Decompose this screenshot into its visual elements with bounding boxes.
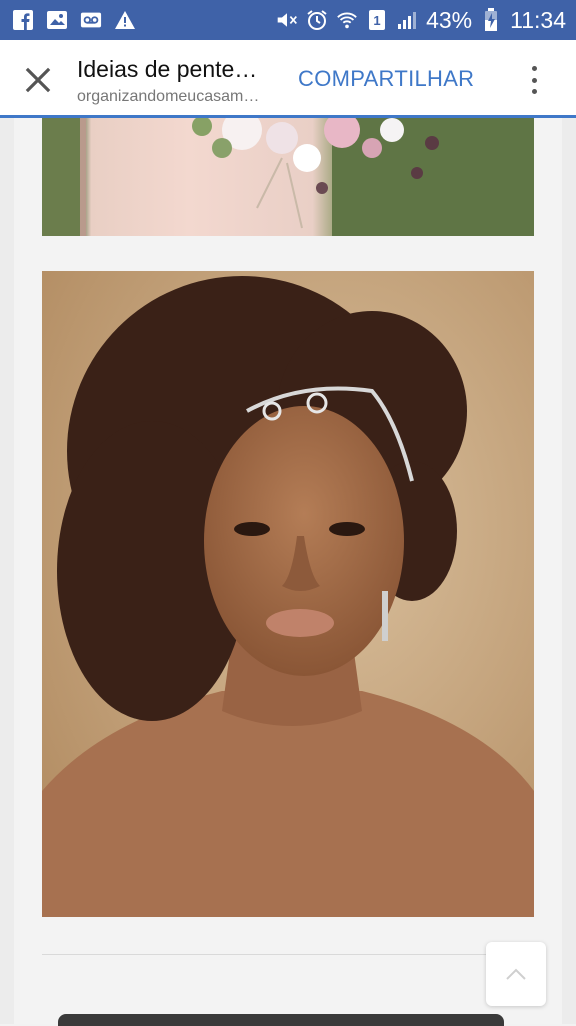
custom-tab-toolbar: Ideias de pente… organizandomeucasam… CO… (0, 40, 576, 118)
content-divider (42, 954, 534, 955)
page-url: organizandomeucasam… (77, 88, 260, 105)
share-button[interactable]: COMPARTILHAR (298, 66, 474, 92)
close-icon (25, 67, 51, 93)
scroll-to-top-button[interactable] (486, 942, 546, 1006)
bridal-bouquet-photo[interactable] (42, 118, 534, 236)
status-bar: 1 43% 11:34 (0, 0, 576, 40)
next-photo-preview[interactable] (58, 1014, 504, 1026)
chevron-up-icon (506, 968, 526, 980)
clock: 11:34 (510, 6, 566, 33)
svg-text:1: 1 (373, 13, 380, 28)
close-button[interactable] (18, 60, 58, 100)
web-page-content[interactable] (0, 118, 576, 1026)
battery-icon (480, 8, 502, 31)
sim-icon: 1 (366, 9, 388, 31)
more-vert-icon (531, 66, 537, 71)
more-options-button[interactable] (520, 62, 548, 98)
voicemail-icon (80, 9, 102, 31)
battery-percent: 43% (426, 6, 473, 33)
curly-hair-bride-photo[interactable] (42, 271, 534, 917)
mute-icon (276, 9, 298, 31)
page-title: Ideias de pente… (77, 56, 258, 82)
gallery-icon (46, 9, 68, 31)
wifi-icon (336, 9, 358, 31)
facebook-icon (12, 9, 34, 31)
alarm-icon (306, 9, 328, 31)
warning-icon (114, 9, 136, 31)
signal-icon (396, 9, 418, 31)
